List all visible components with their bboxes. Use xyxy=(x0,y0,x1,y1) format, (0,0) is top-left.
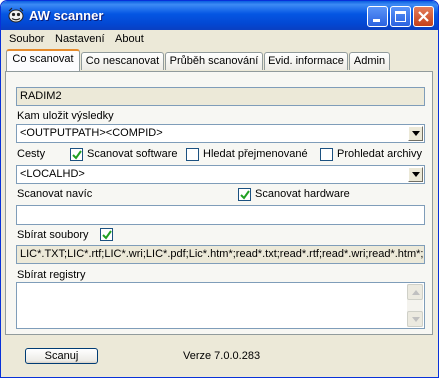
collect-files-checkbox[interactable] xyxy=(100,228,113,241)
save-location-combo[interactable]: <OUTPUTPATH><COMPID> xyxy=(16,124,425,143)
scroll-up-button[interactable] xyxy=(407,284,423,300)
computer-name-field: RADIM2 xyxy=(16,87,425,106)
paths-label: Cesty xyxy=(17,148,46,160)
menu-soubor[interactable]: Soubor xyxy=(9,33,44,45)
minimize-button[interactable] xyxy=(367,6,388,27)
chevron-down-icon xyxy=(412,131,420,136)
app-icon xyxy=(8,7,24,23)
search-archives-label[interactable]: Prohledat archivy xyxy=(337,148,422,160)
paths-value: <LOCALHD> xyxy=(20,168,85,180)
tab-prubeh-scanovani[interactable]: Průběh scanování xyxy=(165,52,263,70)
files-pattern-field[interactable]: LIC*.TXT;LIC*.rtf;LIC*.wri;LIC*.pdf;Lic*… xyxy=(16,245,425,264)
save-location-dropdown[interactable] xyxy=(408,126,423,141)
find-renamed-label[interactable]: Hledat přejmenované xyxy=(203,148,308,160)
scan-extra-label: Scanovat navíc xyxy=(17,188,93,200)
scan-button[interactable]: Scanuj xyxy=(25,348,98,364)
check-icon xyxy=(102,230,112,240)
paths-dropdown[interactable] xyxy=(408,167,423,182)
scan-software-label[interactable]: Scanovat software xyxy=(87,148,178,160)
chevron-down-icon xyxy=(412,172,420,177)
minimize-icon xyxy=(373,19,380,22)
tab-panel: RADIM2 Kam uložit výsledky <OUTPUTPATH><… xyxy=(5,71,433,335)
menu-bar: Soubor Nastavení About xyxy=(2,30,438,49)
maximize-button[interactable] xyxy=(390,6,411,27)
close-icon xyxy=(418,11,429,22)
menu-about[interactable]: About xyxy=(115,33,144,45)
registry-label: Sbírat registry xyxy=(17,269,86,281)
title-bar[interactable]: AW scanner xyxy=(1,1,438,30)
tab-evid-informace[interactable]: Evid. informace xyxy=(264,52,348,70)
close-button[interactable] xyxy=(413,6,434,27)
chevron-up-icon xyxy=(412,290,420,295)
tab-admin[interactable]: Admin xyxy=(349,52,390,70)
registry-scrollbar[interactable] xyxy=(407,284,423,327)
window-title: AW scanner xyxy=(29,8,104,23)
check-icon xyxy=(72,150,82,160)
scroll-down-button[interactable] xyxy=(407,311,423,327)
find-renamed-checkbox[interactable] xyxy=(186,148,199,161)
tab-co-scanovat[interactable]: Co scanovat xyxy=(6,49,80,71)
maximize-icon xyxy=(395,11,406,22)
save-location-label: Kam uložit výsledky xyxy=(17,110,114,122)
tab-co-nescanovat[interactable]: Co nescanovat xyxy=(81,52,164,70)
tab-strip: Co scanovat Co nescanovat Průběh scanová… xyxy=(4,49,435,73)
scan-hardware-label[interactable]: Scanovat hardware xyxy=(255,188,350,200)
collect-files-label: Sbírat soubory xyxy=(17,229,89,241)
paths-combo[interactable]: <LOCALHD> xyxy=(16,165,425,184)
save-location-value: <OUTPUTPATH><COMPID> xyxy=(20,127,163,139)
version-label: Verze 7.0.0.283 xyxy=(183,350,261,362)
scan-software-checkbox[interactable] xyxy=(70,148,83,161)
scan-hardware-checkbox[interactable] xyxy=(238,188,251,201)
search-archives-checkbox[interactable] xyxy=(320,148,333,161)
menu-nastaveni[interactable]: Nastavení xyxy=(55,33,105,45)
registry-textarea[interactable] xyxy=(16,282,425,329)
scan-extra-input[interactable] xyxy=(16,205,425,225)
check-icon xyxy=(240,190,250,200)
chevron-down-icon xyxy=(412,317,420,322)
app-window: AW scanner Soubor Nastavení About Co sca… xyxy=(0,0,439,378)
